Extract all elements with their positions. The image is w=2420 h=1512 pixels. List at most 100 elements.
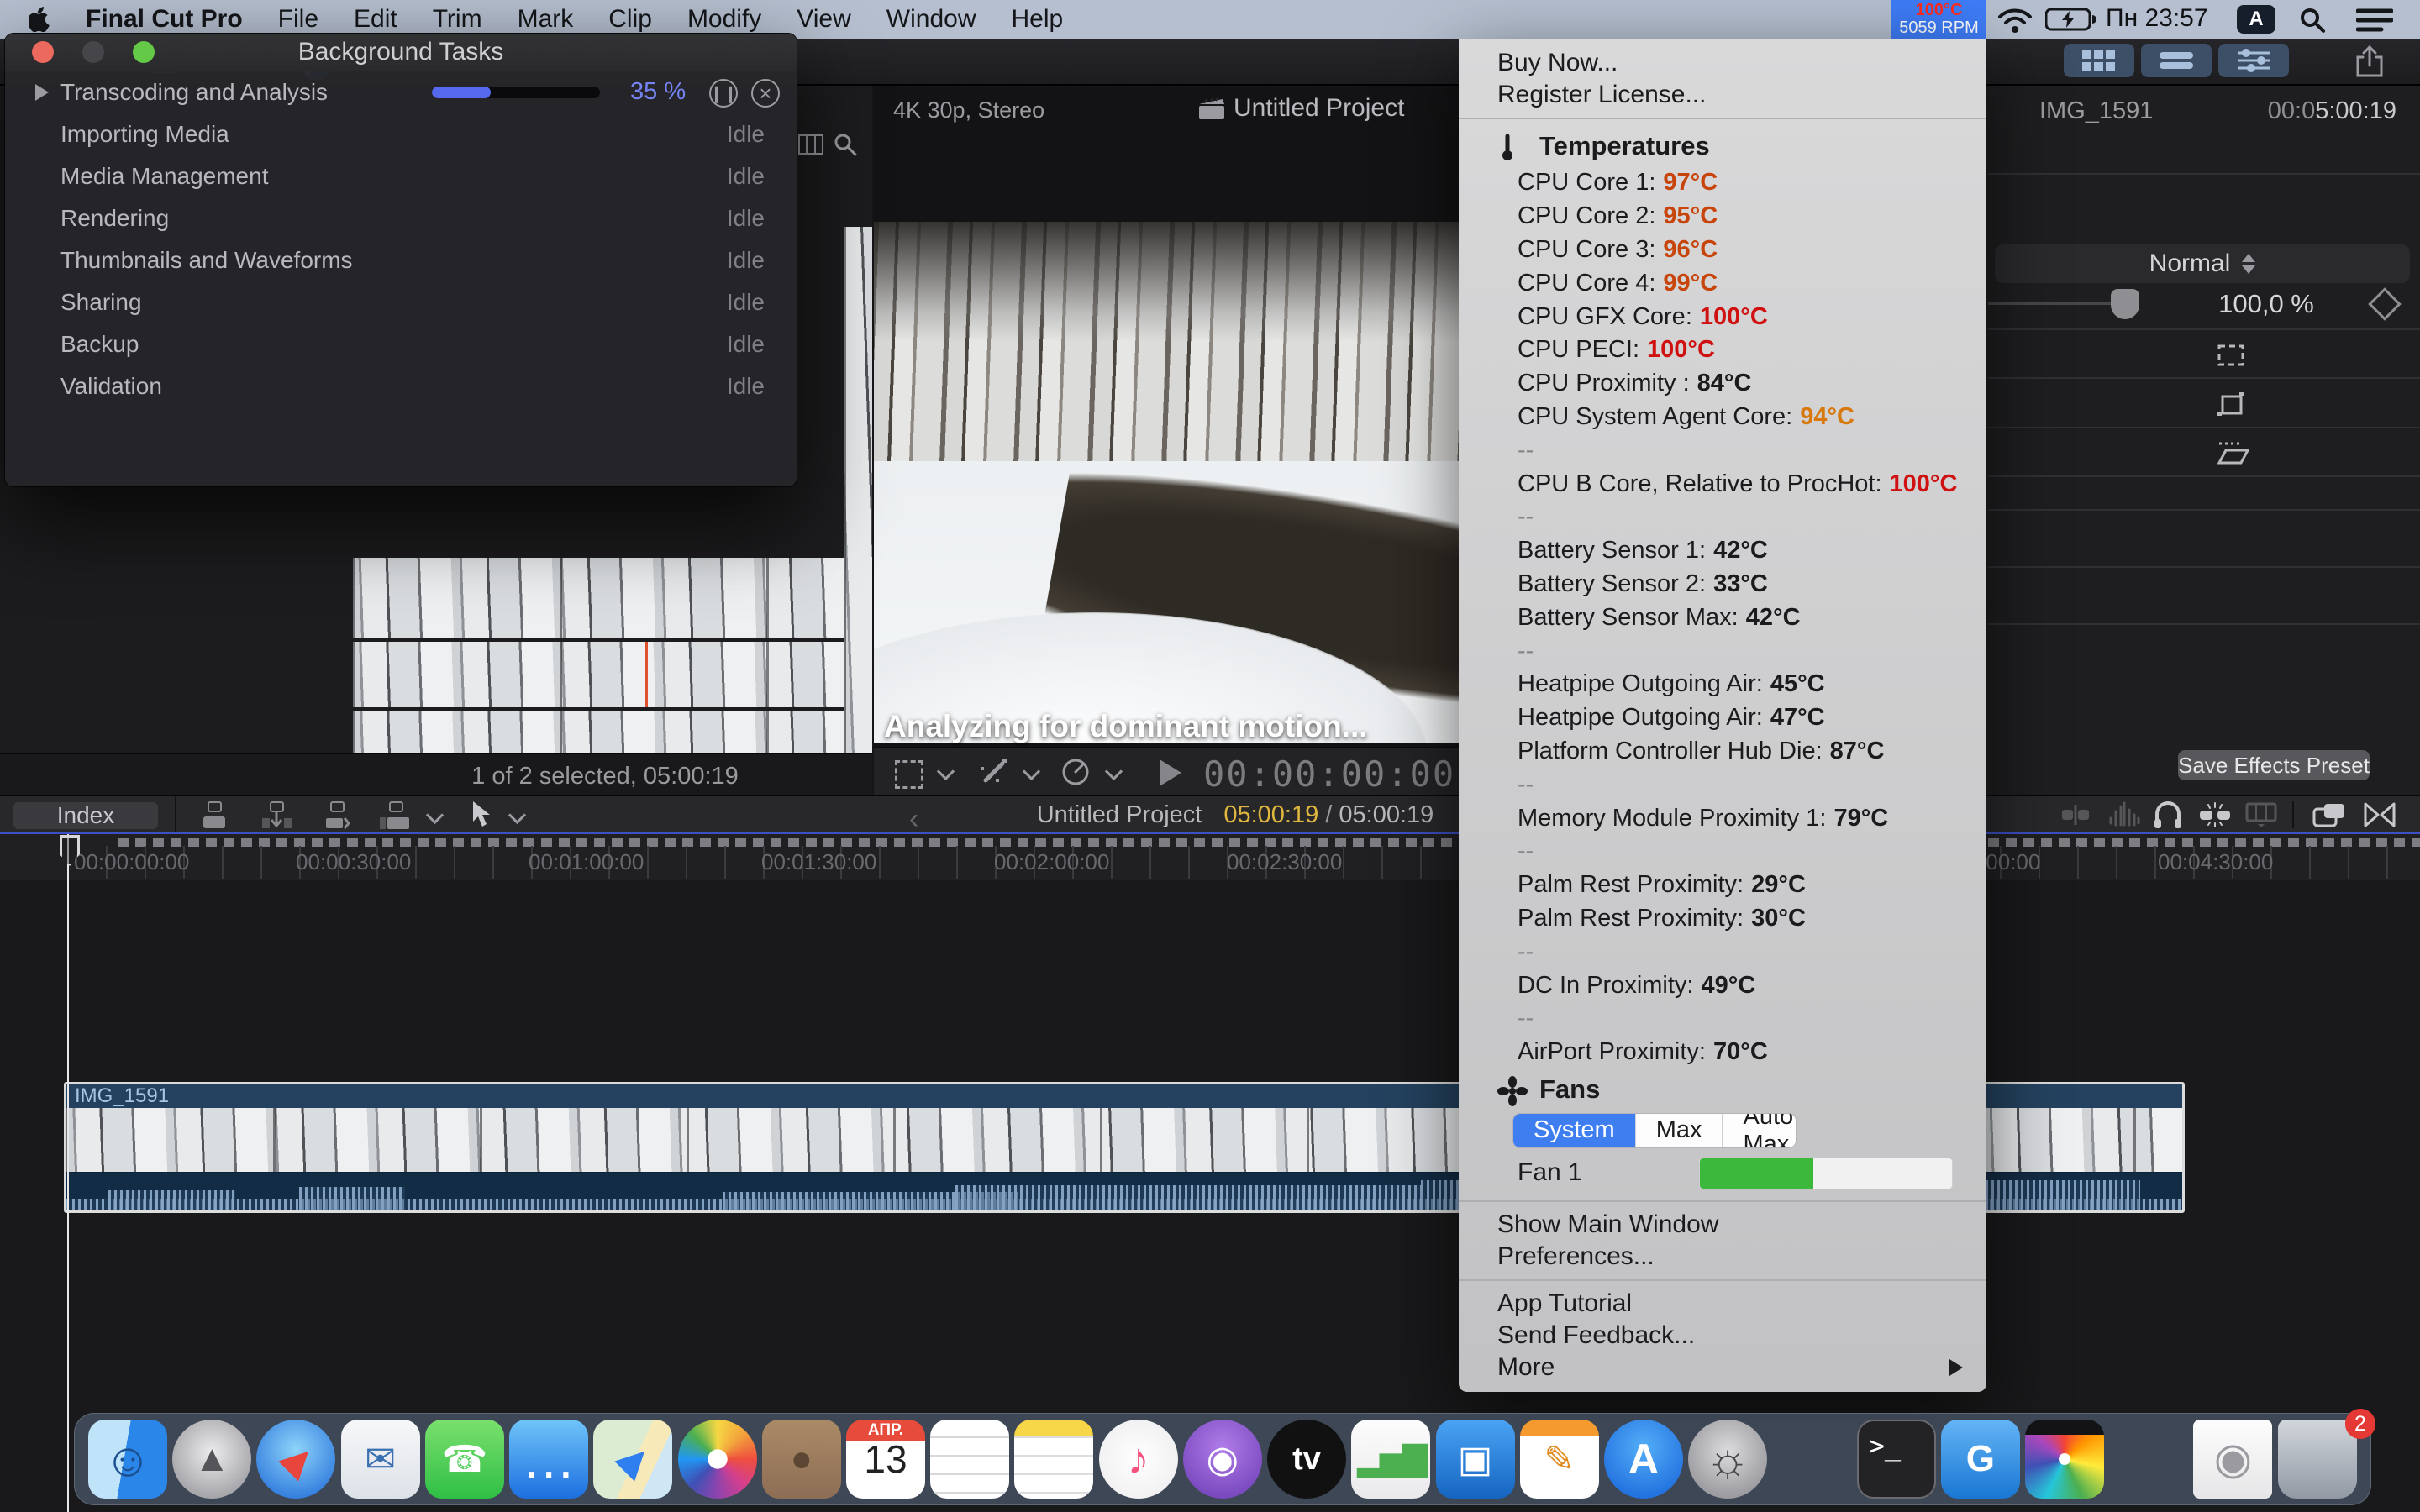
timeline-ruler[interactable]: 00:00:00:00 00:00:30:00 00:01:00:00 00:0… bbox=[0, 834, 2420, 880]
menu-item-register-license[interactable]: Register License... bbox=[1459, 79, 1986, 111]
retime-icon[interactable] bbox=[1060, 757, 1091, 787]
menu-item-buy-now[interactable]: Buy Now... bbox=[1459, 47, 1986, 79]
menu-trim[interactable]: Trim bbox=[433, 5, 482, 34]
background-task-row[interactable]: Importing Media ❙❙ × Idle bbox=[5, 113, 797, 155]
dock-item[interactable]: ▣ bbox=[1436, 1420, 1515, 1499]
dock-item[interactable]: ● bbox=[762, 1420, 841, 1499]
input-source-indicator[interactable]: A bbox=[2237, 5, 2275, 34]
clip-appearance-icon[interactable] bbox=[2245, 802, 2277, 827]
menu-help[interactable]: Help bbox=[1011, 5, 1063, 34]
dock-item[interactable] bbox=[2278, 1420, 2357, 1499]
dock-item[interactable]: ✎ bbox=[1520, 1420, 1599, 1499]
menu-modify[interactable]: Modify bbox=[687, 5, 761, 34]
edit-tools-chevron-icon[interactable] bbox=[426, 806, 444, 824]
menu-item[interactable]: Show Main Window bbox=[1459, 1209, 1986, 1241]
background-task-row[interactable]: Sharing ❙❙ × Idle bbox=[5, 281, 797, 323]
crop-icon[interactable] bbox=[2216, 343, 2246, 368]
dock-item[interactable]: 1 tv bbox=[1267, 1420, 1346, 1499]
dock-item[interactable] bbox=[2025, 1420, 2104, 1499]
menu-item[interactable]: Preferences... bbox=[1459, 1241, 1986, 1273]
dock-item[interactable]: ◉ bbox=[2193, 1420, 2272, 1499]
background-task-row[interactable]: Transcoding and Analysis 35 % ❙❙ × bbox=[5, 71, 797, 113]
browser-search-icon[interactable] bbox=[834, 133, 857, 156]
overwrite-edit-icon[interactable] bbox=[378, 801, 412, 830]
wifi-icon[interactable] bbox=[1996, 7, 2033, 34]
fan-mode-button[interactable]: Max bbox=[1636, 1114, 1723, 1147]
blade-icon icon-dim[interactable] bbox=[2060, 803, 2091, 827]
pause-task-button[interactable]: ❙❙ bbox=[709, 79, 738, 108]
audio-skimming-icon[interactable] bbox=[2107, 801, 2141, 827]
dock-item[interactable]: >_ bbox=[1857, 1420, 1936, 1499]
fan-mode-button[interactable]: Auto Max bbox=[1723, 1114, 1797, 1147]
menu-bar-clock[interactable]: Пн 23:57 bbox=[2106, 4, 2208, 33]
dock-item[interactable]: ▶ bbox=[593, 1420, 672, 1499]
inspector-button[interactable] bbox=[2218, 44, 2289, 77]
menu-item[interactable]: Send Feedback... bbox=[1459, 1320, 1986, 1352]
viewer-timecode[interactable]: 00:00:00:00 bbox=[1203, 753, 1455, 795]
append-edit-icon[interactable] bbox=[319, 801, 353, 830]
menu-view[interactable]: View bbox=[797, 5, 850, 34]
dock-item[interactable] bbox=[2109, 1420, 2188, 1499]
share-icon[interactable] bbox=[2353, 45, 2386, 79]
transform-tool-icon[interactable] bbox=[895, 760, 923, 789]
connect-edit-icon[interactable] bbox=[202, 801, 235, 830]
dock-item[interactable]: ◉ bbox=[1183, 1420, 1262, 1499]
opacity-value[interactable]: 100,0 % bbox=[2174, 289, 2359, 319]
browser-clip-filmstrip[interactable] bbox=[353, 711, 850, 754]
enhancements-chevron-icon[interactable] bbox=[1023, 763, 1040, 780]
browser-clip-filmstrip[interactable] bbox=[353, 642, 870, 707]
menu-edit[interactable]: Edit bbox=[354, 5, 397, 34]
browser-clip-filmstrip-column[interactable] bbox=[844, 227, 872, 756]
keyframe-diamond-icon[interactable] bbox=[2368, 287, 2402, 321]
dock-item[interactable]: ♪ bbox=[1099, 1420, 1178, 1499]
browser-view-button[interactable] bbox=[2064, 44, 2134, 77]
dock-item[interactable]: G bbox=[1941, 1420, 2020, 1499]
opacity-slider-track[interactable] bbox=[1988, 302, 2114, 305]
skimming-icon[interactable] bbox=[2196, 802, 2233, 827]
background-tasks-titlebar[interactable]: Background Tasks bbox=[5, 34, 797, 71]
playhead[interactable] bbox=[67, 834, 69, 1512]
dock-item[interactable] bbox=[930, 1420, 1009, 1499]
tool-chevron-icon[interactable] bbox=[508, 806, 526, 824]
dock-item[interactable] bbox=[1014, 1420, 1093, 1499]
menu-item[interactable]: App Tutorial bbox=[1459, 1288, 1986, 1320]
dock-item[interactable]: A bbox=[1604, 1420, 1683, 1499]
list-view-button[interactable] bbox=[2141, 44, 2212, 77]
dock-item[interactable]: ▂▅▇ bbox=[1351, 1420, 1430, 1499]
dock-item[interactable]: АПР. 13 bbox=[846, 1420, 925, 1499]
battery-charging-icon[interactable] bbox=[2045, 8, 2097, 31]
play-button[interactable] bbox=[1160, 759, 1181, 786]
index-button[interactable]: Index bbox=[13, 802, 158, 829]
fan-mode-button[interactable]: System bbox=[1513, 1114, 1636, 1147]
notification-list-icon[interactable] bbox=[2356, 8, 2393, 33]
tgpro-statusbar-item[interactable]: 100°C 5059 RPM bbox=[1891, 0, 1986, 39]
enhancements-wand-icon[interactable] bbox=[979, 757, 1009, 787]
timeline-pip-icon[interactable] bbox=[2312, 802, 2346, 827]
skew-icon[interactable] bbox=[2216, 440, 2249, 465]
transitions-bowtie-icon[interactable] bbox=[2363, 801, 2396, 828]
dock-item[interactable]: … bbox=[509, 1420, 588, 1499]
save-effects-preset-button[interactable]: Save Effects Preset bbox=[2178, 750, 2370, 780]
dock-item[interactable]: 2 ☼ bbox=[1688, 1420, 1767, 1499]
disclosure-triangle-icon[interactable] bbox=[35, 84, 49, 101]
dock-item[interactable]: ▶ bbox=[256, 1420, 335, 1499]
dock-item[interactable] bbox=[1772, 1420, 1851, 1499]
background-task-row[interactable]: Rendering ❙❙ × Idle bbox=[5, 197, 797, 239]
dock-item[interactable] bbox=[678, 1420, 757, 1499]
blend-mode-dropdown[interactable]: Normal bbox=[1995, 244, 2410, 283]
transform-chevron-icon[interactable] bbox=[937, 763, 955, 780]
opacity-slider-handle[interactable] bbox=[2111, 289, 2139, 319]
solo-headphones-icon[interactable] bbox=[2153, 801, 2183, 829]
select-tool-icon[interactable] bbox=[471, 801, 492, 829]
cancel-task-button[interactable]: × bbox=[751, 79, 780, 108]
background-task-row[interactable]: Thumbnails and Waveforms ❙❙ × Idle bbox=[5, 239, 797, 281]
dock-item[interactable]: ☎ bbox=[425, 1420, 504, 1499]
zoom-window-button[interactable] bbox=[133, 41, 155, 63]
spotlight-search-icon[interactable] bbox=[2299, 7, 2326, 34]
dock-item[interactable]: ▲ bbox=[172, 1420, 251, 1499]
background-task-row[interactable]: Media Management ❙❙ × Idle bbox=[5, 155, 797, 197]
filmstrip-view-icon[interactable] bbox=[798, 134, 823, 155]
close-window-button[interactable] bbox=[32, 41, 54, 63]
distort-icon[interactable] bbox=[2216, 391, 2246, 417]
dock-item[interactable]: ☺ bbox=[88, 1420, 167, 1499]
